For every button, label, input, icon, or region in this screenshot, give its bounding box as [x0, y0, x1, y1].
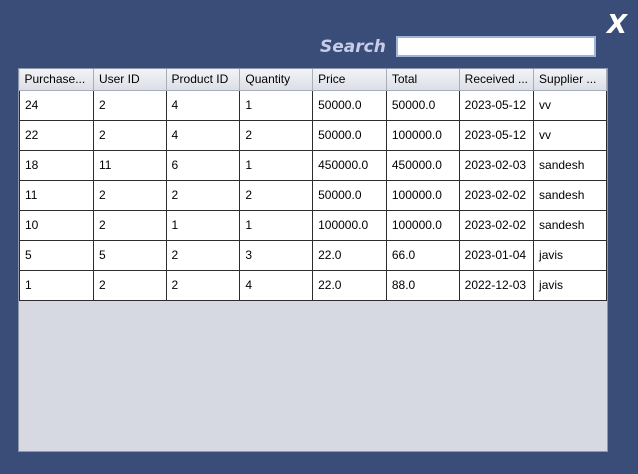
table-cell: vv — [533, 90, 607, 121]
table-cell: 50000.0 — [312, 120, 387, 151]
table-cell: 2 — [166, 240, 241, 271]
table-cell: 2022-12-03 — [459, 270, 535, 301]
table-header-row: Purchase... User ID Product ID Quantity … — [19, 69, 607, 91]
table-cell: 11 — [93, 150, 167, 181]
table-row[interactable]: 11 2 2 2 50000.0 100000.0 2023-02-02 san… — [19, 180, 607, 211]
table-cell: 2 — [239, 120, 314, 151]
table-cell: 1 — [239, 150, 314, 181]
purchases-table: Purchase... User ID Product ID Quantity … — [19, 69, 607, 301]
table-cell: 2 — [93, 180, 167, 211]
table-cell: 6 — [166, 150, 241, 181]
table-cell: 450000.0 — [386, 150, 460, 181]
table-cell: 50000.0 — [312, 180, 387, 211]
table-row[interactable]: 10 2 1 1 100000.0 100000.0 2023-02-02 sa… — [19, 210, 607, 241]
table-cell: 2023-02-02 — [459, 210, 535, 241]
table-row[interactable]: 18 11 6 1 450000.0 450000.0 2023-02-03 s… — [19, 150, 607, 181]
table-cell: 100000.0 — [312, 210, 387, 241]
table-cell: 2 — [239, 180, 314, 211]
column-header-price[interactable]: Price — [312, 69, 387, 91]
table-cell: 50000.0 — [312, 90, 387, 121]
table-cell: 100000.0 — [386, 210, 460, 241]
table-cell: sandesh — [533, 180, 607, 211]
table-cell: javis — [533, 270, 607, 301]
table-row[interactable]: 24 2 4 1 50000.0 50000.0 2023-05-12 vv — [19, 90, 607, 121]
column-header-purchase-id[interactable]: Purchase... — [19, 69, 94, 91]
column-header-quantity[interactable]: Quantity — [239, 69, 314, 91]
table-cell: 100000.0 — [386, 180, 460, 211]
column-header-received-date[interactable]: Received ... — [459, 69, 535, 91]
table-cell: 22.0 — [312, 270, 387, 301]
table-cell: 1 — [239, 210, 314, 241]
table-cell: 1 — [19, 270, 94, 301]
column-header-supplier[interactable]: Supplier ... — [533, 69, 607, 91]
table-cell: 2023-02-03 — [459, 150, 535, 181]
table-cell: 5 — [93, 240, 167, 271]
table-row[interactable]: 1 2 2 4 22.0 88.0 2022-12-03 javis — [19, 270, 607, 301]
table-cell: 22 — [19, 120, 94, 151]
table-cell: 4 — [166, 90, 241, 121]
table-row[interactable]: 5 5 2 3 22.0 66.0 2023-01-04 javis — [19, 240, 607, 271]
table-cell: 5 — [19, 240, 94, 271]
table-cell: 450000.0 — [312, 150, 387, 181]
close-button[interactable]: X — [604, 10, 630, 40]
table-cell: 3 — [239, 240, 314, 271]
table-cell: 10 — [19, 210, 94, 241]
search-input[interactable] — [396, 36, 596, 57]
table-cell: 24 — [19, 90, 94, 121]
table-row[interactable]: 22 2 4 2 50000.0 100000.0 2023-05-12 vv — [19, 120, 607, 151]
table-cell: vv — [533, 120, 607, 151]
table-cell: 18 — [19, 150, 94, 181]
table-cell: 22.0 — [312, 240, 387, 271]
table-cell: 1 — [166, 210, 241, 241]
table-cell: 2023-05-12 — [459, 120, 535, 151]
table-cell: 4 — [166, 120, 241, 151]
table-cell: 2023-02-02 — [459, 180, 535, 211]
table-cell: 2 — [93, 90, 167, 121]
table-cell: 50000.0 — [386, 90, 460, 121]
table-cell: 2023-01-04 — [459, 240, 535, 271]
table-cell: 2 — [166, 270, 241, 301]
column-header-total[interactable]: Total — [386, 69, 460, 91]
table-cell: 2023-05-12 — [459, 90, 535, 121]
table-cell: 100000.0 — [386, 120, 460, 151]
table-cell: 2 — [166, 180, 241, 211]
table-cell: 88.0 — [386, 270, 460, 301]
table-cell: 2 — [93, 210, 167, 241]
table-cell: 66.0 — [386, 240, 460, 271]
table-cell: sandesh — [533, 150, 607, 181]
column-header-product-id[interactable]: Product ID — [166, 69, 241, 91]
table-cell: 2 — [93, 120, 167, 151]
table-cell: 1 — [239, 90, 314, 121]
search-label: Search — [320, 37, 386, 57]
table-cell: 11 — [19, 180, 94, 211]
table-cell: 4 — [239, 270, 314, 301]
table-cell: 2 — [93, 270, 167, 301]
table-cell: javis — [533, 240, 607, 271]
column-header-user-id[interactable]: User ID — [93, 69, 167, 91]
purchases-table-container[interactable]: Purchase... User ID Product ID Quantity … — [18, 68, 608, 452]
table-cell: sandesh — [533, 210, 607, 241]
